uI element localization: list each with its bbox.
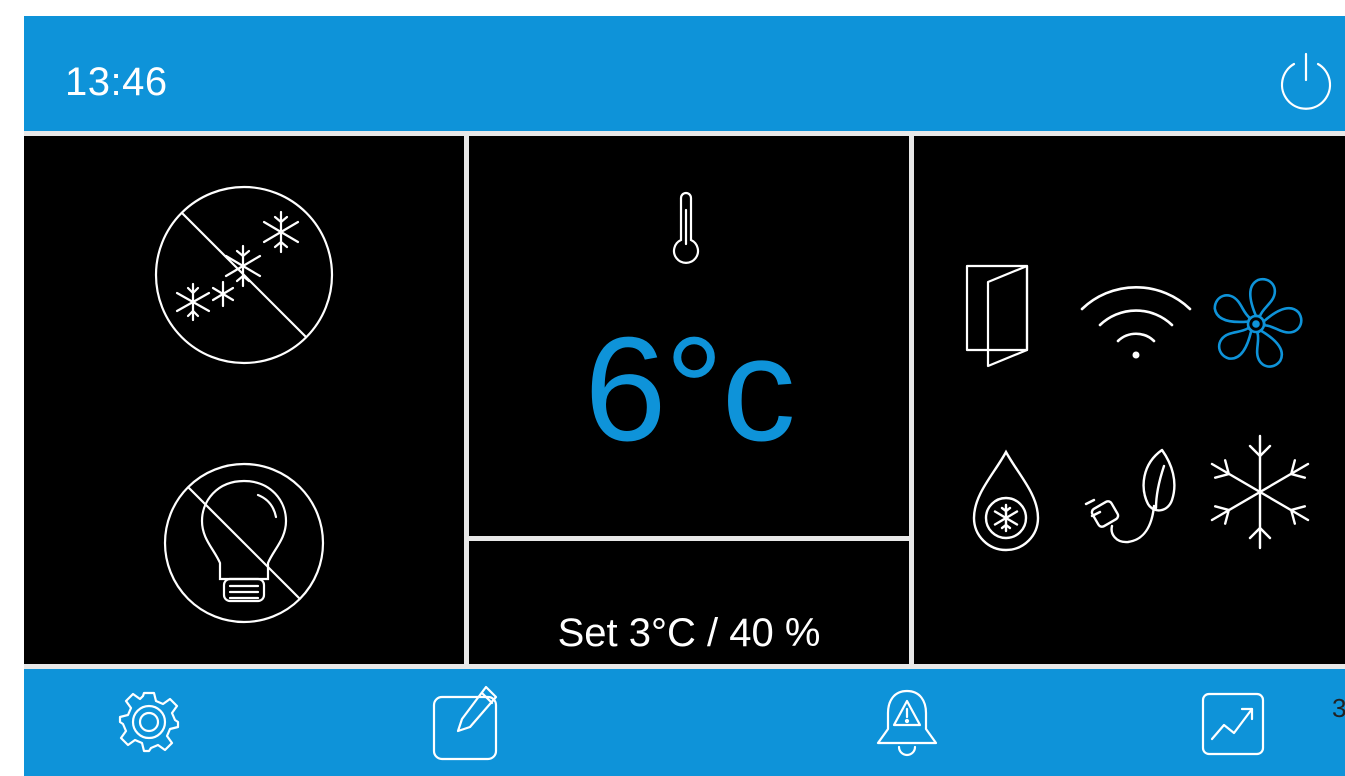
temperature-panel: 6°c xyxy=(469,136,909,536)
bulb-crossed-icon xyxy=(163,462,325,624)
gear-icon xyxy=(118,691,180,753)
light-off-button[interactable] xyxy=(162,461,326,630)
current-temperature: 6°c xyxy=(584,307,796,472)
settings-button[interactable] xyxy=(116,689,182,760)
fan-icon xyxy=(1206,274,1306,379)
drop-snowflake-icon xyxy=(966,448,1046,563)
setpoint-label: Set 3°C / 40 % xyxy=(557,611,821,655)
edit-button[interactable] xyxy=(430,683,510,768)
thermometer-icon xyxy=(666,188,706,273)
alarms-button[interactable] xyxy=(872,685,942,770)
status-panel xyxy=(914,136,1345,666)
snowflakes-crossed-icon xyxy=(154,185,334,365)
bottom-toolbar xyxy=(24,669,1345,776)
top-bar: 13:46 xyxy=(24,16,1345,131)
power-icon[interactable] xyxy=(1274,50,1338,114)
wifi-icon xyxy=(1076,281,1196,366)
page-number: 3 xyxy=(1332,693,1345,723)
snowflake-icon xyxy=(1210,434,1310,555)
graph-button[interactable] xyxy=(1200,691,1266,762)
edit-icon xyxy=(432,685,498,761)
chart-icon xyxy=(1201,692,1265,756)
alarm-bell-icon xyxy=(876,689,938,757)
plug-leaf-icon xyxy=(1082,442,1192,557)
left-panel xyxy=(24,136,464,666)
clock: 13:46 xyxy=(65,60,168,104)
setpoint-panel[interactable]: Set 3°C / 40 % xyxy=(469,541,909,666)
door-icon xyxy=(964,260,1034,377)
defrost-off-button[interactable] xyxy=(153,184,335,371)
controller-screen: 13:46 6°c Set 3°C / 40 % xyxy=(24,16,1345,776)
